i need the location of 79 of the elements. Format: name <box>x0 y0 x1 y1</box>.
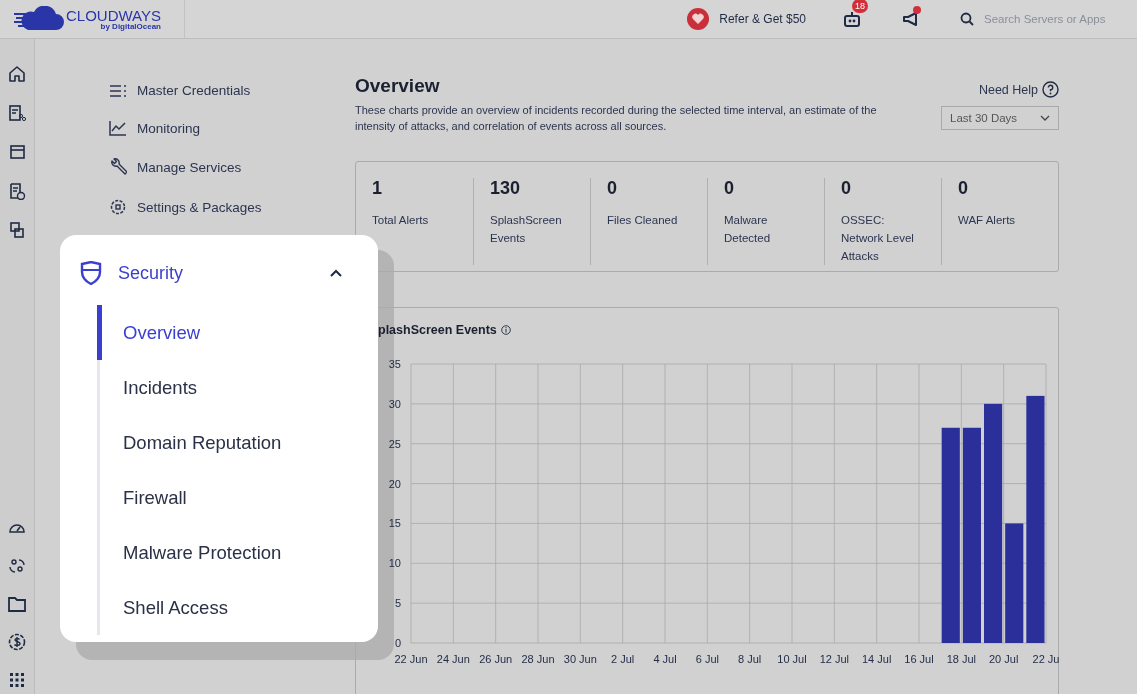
x-axis-label: 24 Jun <box>436 653 470 665</box>
stat-value: 130 <box>490 178 522 199</box>
stack-icon[interactable] <box>8 221 26 239</box>
x-axis-label: 20 Jul <box>989 653 1019 665</box>
brand-tagline: by DigitalOcean <box>100 22 161 31</box>
page-description: These charts provide an overview of incidents recorded during the selected time interval, an estimate of the intensity of attacks, and correlation of events across all sources. <box>355 103 878 134</box>
security-submenu-item[interactable]: Overview <box>97 305 342 360</box>
wrench-icon <box>109 158 127 176</box>
robot-icon[interactable] <box>842 10 862 28</box>
user-swap-icon[interactable] <box>8 557 26 575</box>
page-title: Overview <box>355 75 441 97</box>
x-axis-label: 6 Jul <box>695 653 719 665</box>
search-field[interactable]: Search Servers or Apps <box>960 12 1137 26</box>
x-axis-label: 22 Jun <box>394 653 428 665</box>
menu-item[interactable]: Manage Services <box>109 158 353 176</box>
server-icon[interactable] <box>8 104 26 122</box>
y-axis-label: 20 <box>388 477 401 490</box>
x-axis-label: 30 Jun <box>563 653 597 665</box>
stat-label: WAF Alerts <box>958 213 1017 228</box>
y-axis-label: 15 <box>388 517 401 530</box>
dollar-icon[interactable] <box>8 633 26 651</box>
chevron-down-icon <box>1040 115 1050 121</box>
cloud-logo-icon <box>14 6 64 32</box>
caret-icon <box>330 269 342 277</box>
y-axis-label: 25 <box>388 437 401 450</box>
x-axis-label: 14 Jul <box>862 653 892 665</box>
apps-grid-icon[interactable] <box>9 672 25 688</box>
security-submenu-item[interactable]: Domain Reputation <box>97 415 342 470</box>
chart-title: plashScreen Events <box>378 323 497 337</box>
x-axis-label: 28 Jun <box>521 653 555 665</box>
settings-icon <box>109 198 127 216</box>
shield-icon <box>80 261 102 285</box>
menu-item[interactable]: Master Credentials <box>109 83 353 98</box>
info-icon <box>500 325 511 335</box>
menu-item[interactable]: Settings & Packages <box>109 198 353 216</box>
stat-value: 0 <box>724 178 735 199</box>
list-icon <box>109 83 127 98</box>
x-axis-label: 22 Ju <box>1032 653 1060 665</box>
security-submenu-item[interactable]: Firewall <box>97 470 342 525</box>
date-range-dropdown[interactable]: Last 30 Days <box>941 106 1059 130</box>
home-icon[interactable] <box>8 65 26 83</box>
y-axis-label: 5 <box>394 597 401 610</box>
stat-label: Malware Detected <box>724 213 772 246</box>
notification-badge: 18 <box>852 0 868 13</box>
security-menu-header[interactable]: Security <box>80 261 342 285</box>
stat-value: 0 <box>607 178 618 199</box>
stat-value: 0 <box>841 178 852 199</box>
stat-label: OSSEC: Network Level Attacks <box>841 213 915 264</box>
brand-name: CLOUDWAYS <box>66 7 161 23</box>
security-submenu-item[interactable]: Shell Access <box>97 580 342 635</box>
help-link[interactable]: Need Help <box>978 81 1059 98</box>
window-icon[interactable] <box>8 143 26 161</box>
stat-value: 0 <box>958 178 969 199</box>
document-user-icon[interactable] <box>8 182 26 200</box>
x-axis-label: 18 Jul <box>946 653 976 665</box>
x-axis-label: 8 Jul <box>738 653 762 665</box>
x-axis-label: 2 Jul <box>611 653 635 665</box>
x-axis-label: 26 Jun <box>479 653 513 665</box>
stat-label: Files Cleaned <box>607 213 679 228</box>
line-chart-icon <box>109 120 127 136</box>
menu-item[interactable]: Monitoring <box>109 120 353 136</box>
help-icon <box>1042 81 1059 98</box>
stat-label: Total Alerts <box>372 213 430 228</box>
security-submenu-item[interactable]: Incidents <box>97 360 342 415</box>
x-axis-label: 16 Jul <box>904 653 934 665</box>
stat-label: SplashScreen Events <box>490 213 563 246</box>
y-axis-label: 0 <box>394 637 401 649</box>
x-axis-label: 4 Jul <box>653 653 677 665</box>
megaphone-icon[interactable] <box>902 11 920 27</box>
y-axis-label: 35 <box>388 358 401 370</box>
security-submenu-item[interactable]: Malware Protection <box>97 525 342 580</box>
y-axis-label: 30 <box>388 397 401 410</box>
x-axis-label: 12 Jul <box>819 653 849 665</box>
stat-value: 1 <box>372 178 383 199</box>
y-axis-label: 10 <box>388 557 401 570</box>
refer-link[interactable]: Refer & Get $50 <box>687 8 806 30</box>
search-icon <box>960 12 974 26</box>
folder-icon[interactable] <box>8 596 26 612</box>
x-axis-label: 10 Jul <box>777 653 807 665</box>
